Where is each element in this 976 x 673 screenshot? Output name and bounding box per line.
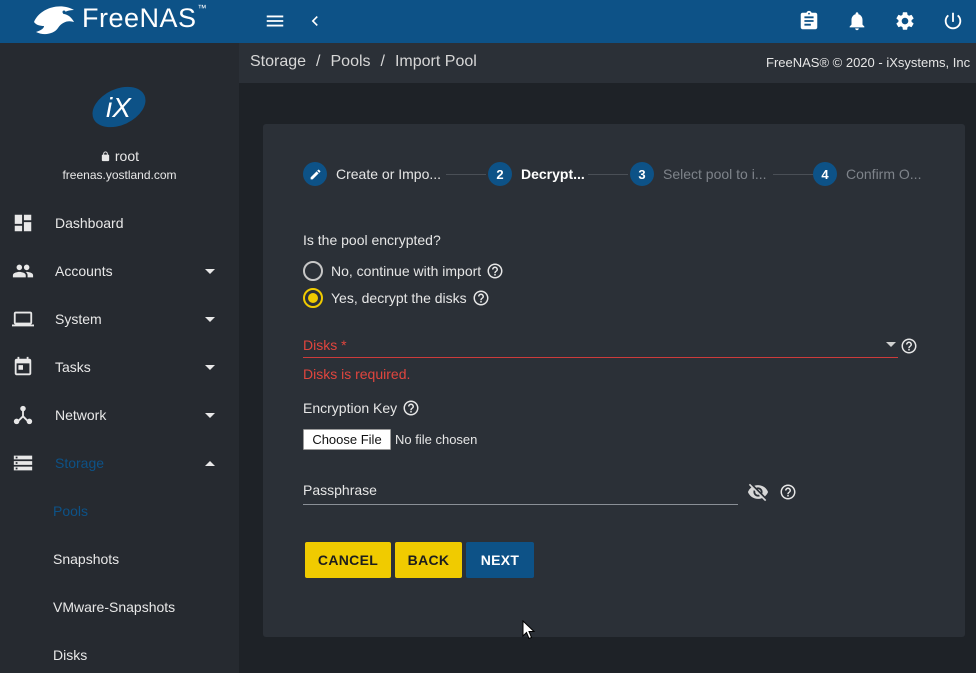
visibility-off-icon[interactable]: [746, 481, 770, 503]
network-icon: [12, 404, 34, 426]
breadcrumb-storage[interactable]: Storage: [250, 53, 306, 71]
disks-select[interactable]: Disks *: [303, 332, 898, 358]
dashboard-icon: [12, 212, 34, 234]
sidebar-subitem-snapshots[interactable]: Snapshots: [0, 535, 239, 583]
sidebar-item-accounts[interactable]: Accounts: [0, 247, 239, 295]
sidebar-item-network[interactable]: Network: [0, 391, 239, 439]
help-icon[interactable]: [900, 337, 918, 355]
sidebar-item-storage[interactable]: Storage: [0, 439, 239, 487]
freenas-logo[interactable]: FreeNAS™: [30, 0, 207, 40]
stepper-connector: [588, 174, 628, 175]
sidebar-item-dashboard[interactable]: Dashboard: [0, 199, 239, 247]
passphrase-input[interactable]: Passphrase: [303, 479, 738, 505]
menu-icon[interactable]: [262, 8, 288, 34]
step-decrypt[interactable]: 2 Decrypt...: [488, 162, 585, 186]
hostname: freenas.yostland.com: [62, 168, 177, 182]
stepper-connector: [773, 174, 813, 175]
help-icon[interactable]: [472, 289, 490, 307]
step-select-pool[interactable]: 3 Select pool to i...: [630, 162, 767, 186]
sidebar: iX root freenas.yostland.com Dashboard A…: [0, 43, 239, 673]
power-icon[interactable]: [940, 8, 966, 34]
brand-name: FreeNAS™: [82, 2, 208, 33]
clipboard-icon[interactable]: [796, 8, 822, 34]
ixsystems-logo: iX: [92, 86, 146, 128]
copyright-text: FreeNAS® © 2020 - iXsystems, Inc: [766, 55, 971, 70]
radio-yes-decrypt[interactable]: Yes, decrypt the disks: [303, 288, 490, 308]
freenas-shark-icon: [34, 6, 74, 35]
step-create-or-import[interactable]: Create or Impo...: [303, 162, 441, 186]
back-button[interactable]: BACK: [395, 542, 462, 578]
help-icon[interactable]: [779, 483, 797, 501]
breadcrumb-bar: Storage / Pools / Import Pool FreeNAS® ©…: [239, 43, 976, 83]
sidebar-item-system[interactable]: System: [0, 295, 239, 343]
radio-button[interactable]: [303, 261, 323, 281]
pencil-icon: [303, 162, 327, 186]
encryption-key-label: Encryption Key: [303, 399, 420, 417]
help-icon[interactable]: [402, 399, 420, 417]
caret-down-icon: [205, 365, 215, 370]
caret-down-icon: [205, 317, 215, 322]
caret-down-icon: [205, 269, 215, 274]
svg-text:iX: iX: [106, 92, 132, 123]
stepper-connector: [446, 174, 486, 175]
sidebar-subitem-vmware-snapshots[interactable]: VMware-Snapshots: [0, 583, 239, 631]
current-user: root: [0, 148, 239, 164]
calendar-icon: [12, 356, 34, 378]
laptop-icon: [12, 308, 34, 330]
gear-icon[interactable]: [892, 8, 918, 34]
encrypted-question: Is the pool encrypted?: [303, 232, 441, 248]
caret-down-icon: [205, 413, 215, 418]
bell-icon[interactable]: [844, 8, 870, 34]
import-pool-card: Create or Impo... 2 Decrypt... 3 Select …: [263, 124, 965, 637]
top-bar: FreeNAS™: [0, 0, 976, 43]
sidebar-item-tasks[interactable]: Tasks: [0, 343, 239, 391]
sidebar-subitem-disks[interactable]: Disks: [0, 631, 239, 673]
caret-up-icon: [205, 461, 215, 466]
step-confirm-options[interactable]: 4 Confirm O...: [813, 162, 921, 186]
sidebar-subitem-pools[interactable]: Pools: [0, 487, 239, 535]
disks-error: Disks is required.: [303, 366, 411, 382]
radio-no-continue[interactable]: No, continue with import: [303, 261, 504, 281]
radio-button-checked[interactable]: [303, 288, 323, 308]
lock-icon: [101, 151, 110, 162]
mouse-cursor-icon: [522, 620, 536, 640]
back-chevron-icon[interactable]: [302, 8, 328, 34]
help-icon[interactable]: [486, 262, 504, 280]
dropdown-arrow-icon: [886, 342, 896, 347]
file-status: No file chosen: [395, 432, 478, 447]
breadcrumb: Storage / Pools / Import Pool: [250, 53, 477, 71]
breadcrumb-pools[interactable]: Pools: [331, 53, 371, 71]
accounts-icon: [12, 260, 34, 282]
storage-icon: [12, 452, 34, 474]
breadcrumb-import-pool: Import Pool: [394, 53, 477, 70]
cancel-button[interactable]: CANCEL: [305, 542, 391, 578]
next-button[interactable]: NEXT: [466, 542, 534, 578]
choose-file-button[interactable]: Choose File: [303, 429, 391, 450]
